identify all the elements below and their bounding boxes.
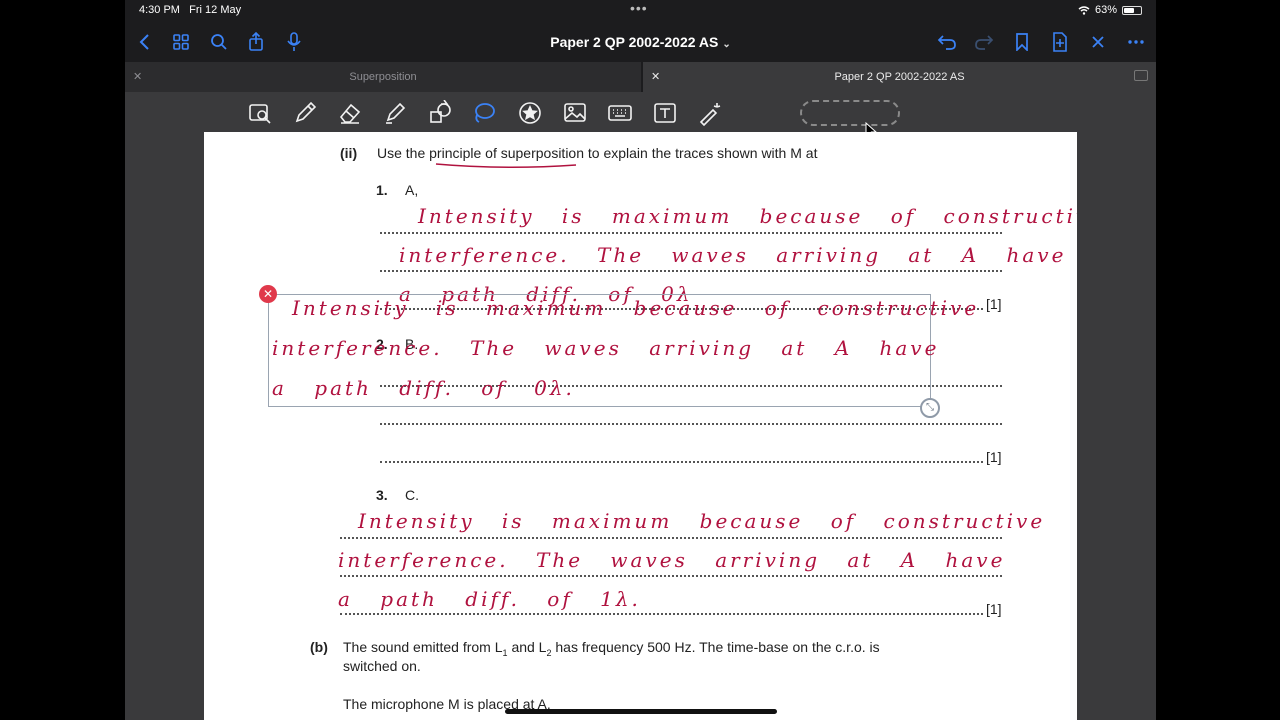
split-view-icon[interactable] (1134, 70, 1148, 81)
wifi-icon (1078, 5, 1090, 15)
tab-bar: ✕ Superposition ✕ Paper 2 QP 2002-2022 A… (125, 62, 1156, 92)
lasso-icon[interactable] (471, 100, 497, 126)
selected-handwriting-line[interactable]: a path diff. of 0λ. (272, 376, 575, 400)
item-1-letter: A, (405, 182, 419, 198)
annotation-toolbar (125, 92, 1156, 132)
handwriting-line[interactable]: Intensity is maximum because of construc… (358, 509, 1045, 533)
part-b-label: (b) (310, 639, 328, 655)
ipad-screen: 4:30 PM Fri 12 May ••• 63% Paper 2 QP 20… (125, 0, 1156, 720)
answer-line (340, 537, 1002, 539)
keyboard-icon[interactable] (607, 100, 633, 126)
question-ii-label: (ii) (340, 145, 358, 161)
part-b-text-line-1: The sound emitted from L1 and L2 has fre… (343, 639, 880, 658)
tab-label: Superposition (349, 71, 417, 83)
answer-line (380, 232, 1002, 234)
delete-selection-button[interactable]: ✕ (259, 285, 277, 303)
battery-percent: 63% (1094, 4, 1117, 16)
multitasking-dots[interactable]: ••• (630, 0, 648, 16)
eraser-icon[interactable] (337, 100, 363, 126)
add-page-icon[interactable] (1048, 30, 1072, 54)
tab-close-icon[interactable]: ✕ (133, 70, 142, 83)
answer-line (380, 423, 1002, 425)
document-page[interactable]: (ii) Use the principle of superposition … (204, 132, 1077, 720)
handwriting-line[interactable]: Intensity is maximum because of construc… (418, 204, 1077, 228)
mark-label: [1] (986, 601, 1002, 617)
more-icon[interactable] (1124, 30, 1148, 54)
answer-line (380, 270, 1002, 272)
battery-fill (1124, 7, 1135, 13)
laser-pointer-icon[interactable] (697, 100, 723, 126)
handwriting-line[interactable]: a path diff. of 1λ. (338, 587, 641, 611)
document-title[interactable]: Paper 2 QP 2002-2022 AS ⌄ (125, 34, 1156, 50)
selected-handwriting-line[interactable]: Intensity is maximum because of construc… (292, 296, 979, 320)
shapes-icon[interactable] (427, 100, 453, 126)
highlighter-icon[interactable] (382, 100, 408, 126)
part-b-text-line-2: switched on. (343, 658, 421, 674)
answer-line (380, 461, 983, 463)
underline-annotation (435, 163, 577, 169)
pen-icon[interactable] (292, 100, 318, 126)
tab-close-icon[interactable]: ✕ (651, 70, 660, 83)
text-box-icon[interactable] (652, 100, 678, 126)
handwriting-line[interactable]: interference. The waves arriving at A ha… (399, 243, 1066, 267)
close-icon[interactable] (1086, 30, 1110, 54)
status-right: 63% (1078, 4, 1142, 16)
redo-icon[interactable] (972, 30, 996, 54)
tab-superposition[interactable]: ✕ Superposition (125, 62, 641, 92)
image-zoom-icon[interactable] (247, 100, 273, 126)
mark-label: [1] (986, 296, 1002, 312)
resize-handle-icon[interactable]: ⤡ (920, 398, 940, 418)
bookmark-icon[interactable] (1010, 30, 1034, 54)
selected-handwriting-line[interactable]: interference. The waves arriving at A ha… (272, 336, 939, 360)
mark-label: [1] (986, 449, 1002, 465)
tab-paper-2[interactable]: ✕ Paper 2 QP 2002-2022 AS (643, 62, 1156, 92)
item-1-number: 1. (376, 182, 388, 198)
status-time: 4:30 PM Fri 12 May (139, 4, 242, 16)
image-icon[interactable] (562, 100, 588, 126)
lasso-selection-slot[interactable] (800, 100, 900, 126)
tab-label: Paper 2 QP 2002-2022 AS (834, 71, 965, 83)
handwriting-line[interactable]: interference. The waves arriving at A ha… (338, 548, 1005, 572)
undo-icon[interactable] (935, 30, 959, 54)
status-bar: 4:30 PM Fri 12 May ••• 63% (125, 0, 1156, 22)
answer-line (340, 575, 1002, 577)
answer-line (340, 613, 983, 615)
home-indicator[interactable] (505, 709, 777, 714)
battery-icon (1122, 5, 1142, 15)
item-3-letter: C. (405, 487, 419, 503)
navigation-bar: Paper 2 QP 2002-2022 AS ⌄ (125, 22, 1156, 62)
sticker-icon[interactable] (517, 100, 543, 126)
item-3-number: 3. (376, 487, 388, 503)
